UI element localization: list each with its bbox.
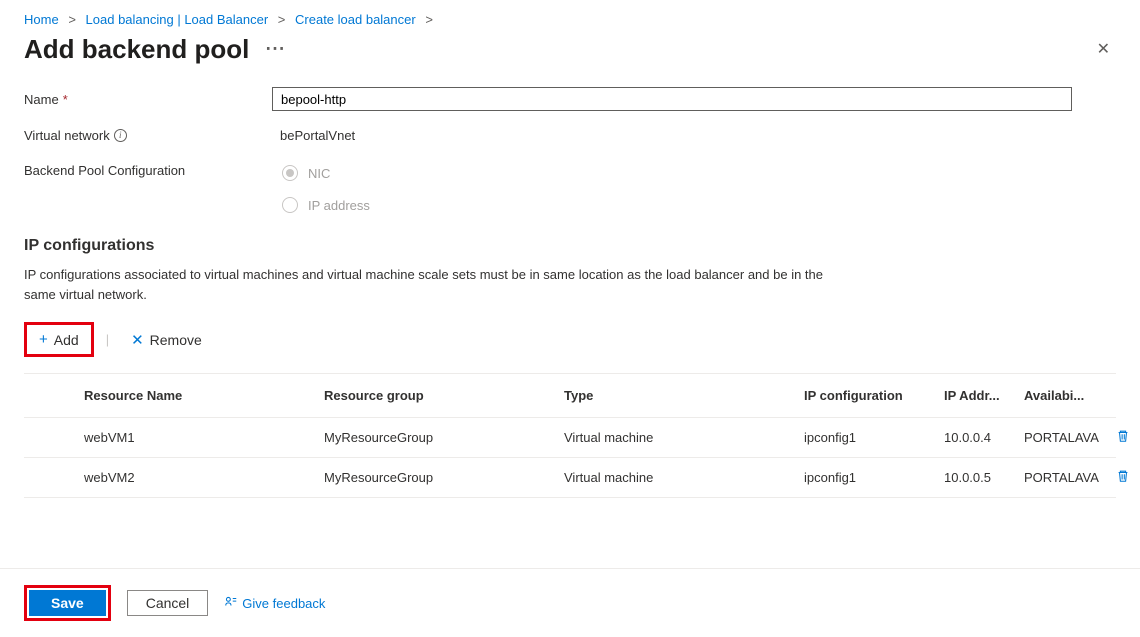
trash-icon[interactable]: [1116, 471, 1130, 486]
footer-bar: Save Cancel Give feedback: [0, 568, 1140, 637]
col-resource-name[interactable]: Resource Name: [78, 380, 318, 411]
close-icon[interactable]: ✕: [1091, 33, 1116, 65]
cell-ip-addr: 10.0.0.5: [938, 462, 1018, 493]
page-header: Add backend pool ‧‧‧ ✕: [0, 31, 1140, 77]
radio-icon: [282, 197, 298, 213]
cell-ip-addr: 10.0.0.4: [938, 422, 1018, 453]
radio-nic-label: NIC: [308, 166, 330, 181]
more-icon[interactable]: ‧‧‧: [265, 39, 285, 60]
vnet-label: Virtual network: [24, 128, 110, 143]
breadcrumb-link-create[interactable]: Create load balancer: [295, 12, 416, 27]
cell-type: Virtual machine: [558, 422, 798, 453]
col-type[interactable]: Type: [558, 380, 798, 411]
save-button[interactable]: Save: [29, 590, 106, 616]
cell-availability: PORTALAVA: [1018, 422, 1108, 453]
col-ip-configuration[interactable]: IP configuration: [798, 380, 938, 411]
chevron-right-icon: >: [425, 12, 433, 27]
page-title: Add backend pool: [24, 34, 249, 65]
breadcrumb: Home > Load balancing | Load Balancer > …: [0, 0, 1140, 31]
add-button[interactable]: + Add: [29, 327, 89, 352]
cell-resource-name: webVM1: [78, 422, 318, 453]
give-feedback-label: Give feedback: [242, 596, 325, 611]
cell-availability: PORTALAVA: [1018, 462, 1108, 493]
cell-ip-config: ipconfig1: [798, 462, 938, 493]
col-ip-address[interactable]: IP Addr...: [938, 380, 1018, 411]
cell-resource-group: MyResourceGroup: [318, 462, 558, 493]
give-feedback-link[interactable]: Give feedback: [224, 595, 325, 612]
breadcrumb-link-home[interactable]: Home: [24, 12, 59, 27]
chevron-right-icon: >: [68, 12, 76, 27]
cell-resource-name: webVM2: [78, 462, 318, 493]
radio-ip-address: IP address: [282, 197, 370, 213]
radio-icon: [282, 165, 298, 181]
remove-button-label: Remove: [150, 332, 202, 348]
col-resource-group[interactable]: Resource group: [318, 380, 558, 411]
info-icon[interactable]: i: [114, 129, 127, 142]
col-availability[interactable]: Availabi...: [1018, 380, 1108, 411]
cell-ip-config: ipconfig1: [798, 422, 938, 453]
ip-configurations-description: IP configurations associated to virtual …: [24, 265, 824, 304]
table-row[interactable]: webVM1 MyResourceGroup Virtual machine i…: [24, 418, 1116, 458]
name-label: Name: [24, 92, 59, 107]
table-header-row: Resource Name Resource group Type IP con…: [24, 374, 1116, 418]
toolbar-divider: |: [102, 332, 113, 347]
vnet-value: bePortalVnet: [272, 128, 355, 143]
table-row[interactable]: webVM2 MyResourceGroup Virtual machine i…: [24, 458, 1116, 498]
required-asterisk: *: [63, 92, 68, 107]
add-button-label: Add: [54, 332, 79, 348]
cell-type: Virtual machine: [558, 462, 798, 493]
plus-icon: +: [39, 331, 48, 348]
radio-nic: NIC: [282, 165, 370, 181]
name-input[interactable]: [272, 87, 1072, 111]
backend-config-label: Backend Pool Configuration: [24, 163, 185, 178]
cell-resource-group: MyResourceGroup: [318, 422, 558, 453]
feedback-icon: [224, 595, 238, 612]
trash-icon[interactable]: [1116, 431, 1130, 446]
close-icon: ✕: [131, 331, 144, 349]
chevron-right-icon: >: [278, 12, 286, 27]
breadcrumb-link-loadbalancing[interactable]: Load balancing | Load Balancer: [86, 12, 269, 27]
radio-ip-label: IP address: [308, 198, 370, 213]
remove-button[interactable]: ✕ Remove: [121, 327, 212, 353]
ip-config-table: Resource Name Resource group Type IP con…: [24, 373, 1116, 498]
cancel-button[interactable]: Cancel: [127, 590, 209, 616]
ip-configurations-heading: IP configurations: [24, 237, 1116, 255]
